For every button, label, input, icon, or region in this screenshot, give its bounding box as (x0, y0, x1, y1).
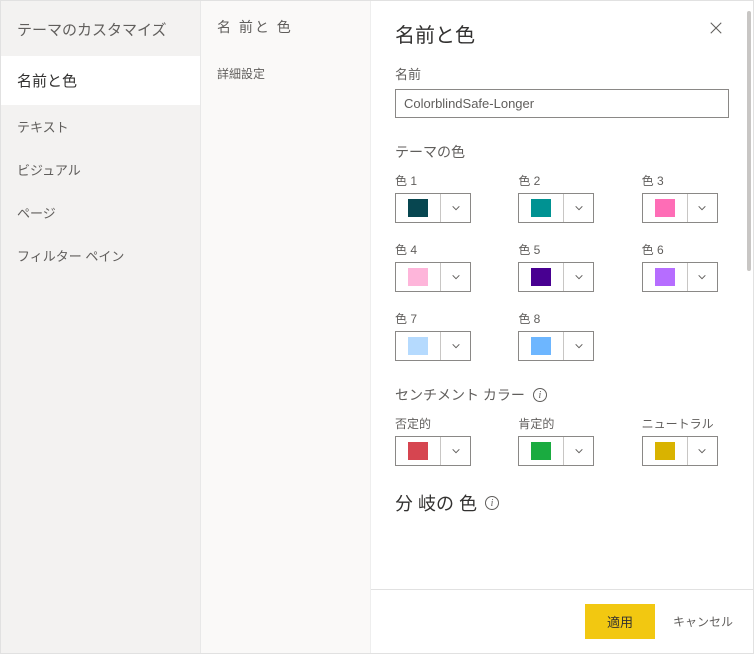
color-swatch (408, 199, 428, 217)
theme-color-1-label: 色 1 (395, 172, 482, 189)
color-swatch (531, 268, 551, 286)
chevron-down-icon (563, 332, 593, 360)
chevron-down-icon (563, 263, 593, 291)
theme-color-7-picker[interactable] (395, 331, 471, 361)
sentiment-color-0-label: 否定的 (395, 415, 482, 432)
color-swatch (531, 337, 551, 355)
theme-color-6-picker[interactable] (642, 262, 718, 292)
theme-color-3-picker[interactable] (642, 193, 718, 223)
theme-color-7-label: 色 7 (395, 310, 482, 327)
theme-color-8-label: 色 8 (518, 310, 605, 327)
sentiment-color-2-label: ニュートラル (642, 415, 729, 432)
theme-color-6-label: 色 6 (642, 241, 729, 258)
panel-title: 名前と色 (395, 19, 475, 48)
sentiment-color-0-picker[interactable] (395, 436, 471, 466)
info-icon[interactable]: i (533, 388, 547, 402)
theme-colors-heading: テーマの色 (395, 142, 729, 162)
theme-color-2-label: 色 2 (518, 172, 605, 189)
scrollbar-thumb[interactable] (747, 11, 751, 271)
sentiment-colors-heading: センチメント カラー i (395, 385, 729, 405)
divergent-colors-heading: 分 岐の 色 i (395, 490, 729, 516)
theme-color-8-picker[interactable] (518, 331, 594, 361)
theme-color-4-picker[interactable] (395, 262, 471, 292)
color-swatch (531, 199, 551, 217)
sidebar-item-1[interactable]: テキスト (1, 105, 200, 148)
theme-color-3-label: 色 3 (642, 172, 729, 189)
color-swatch (531, 442, 551, 460)
chevron-down-icon (440, 332, 470, 360)
theme-color-1-picker[interactable] (395, 193, 471, 223)
chevron-down-icon (687, 194, 717, 222)
chevron-down-icon (687, 263, 717, 291)
cancel-button[interactable]: キャンセル (673, 613, 733, 630)
close-icon[interactable] (703, 19, 729, 42)
chevron-down-icon (563, 437, 593, 465)
theme-color-5-picker[interactable] (518, 262, 594, 292)
theme-color-2-picker[interactable] (518, 193, 594, 223)
sentiment-color-1-picker[interactable] (518, 436, 594, 466)
color-swatch (408, 337, 428, 355)
dialog-footer: 適用 キャンセル (371, 589, 753, 653)
settings-panel: 名前と色 名前 テーマの色 色 1 色 2 色 3 色 4 色 5 色 6 色 7 色 8 セ… (371, 1, 753, 653)
sidebar-primary: テーマのカスタマイズ 名前と色テキストビジュアルページフィルター ペイン (1, 1, 201, 653)
subsection-item-0[interactable]: 名 前と 色 (201, 1, 370, 53)
subsection-item-1[interactable]: 詳細設定 (201, 53, 370, 94)
divergent-colors-label: 分 岐の 色 (395, 490, 477, 516)
color-swatch (655, 268, 675, 286)
sidebar-item-0[interactable]: 名前と色 (1, 56, 200, 105)
sentiment-colors-label: センチメント カラー (395, 385, 525, 405)
chevron-down-icon (687, 437, 717, 465)
sentiment-color-2-picker[interactable] (642, 436, 718, 466)
sentiment-color-1-label: 肯定的 (518, 415, 605, 432)
name-label: 名前 (395, 64, 729, 83)
color-swatch (408, 442, 428, 460)
chevron-down-icon (440, 263, 470, 291)
sidebar-item-3[interactable]: ページ (1, 191, 200, 234)
chevron-down-icon (440, 194, 470, 222)
theme-color-4-label: 色 4 (395, 241, 482, 258)
theme-name-input[interactable] (395, 89, 729, 118)
chevron-down-icon (563, 194, 593, 222)
theme-color-5-label: 色 5 (518, 241, 605, 258)
chevron-down-icon (440, 437, 470, 465)
color-swatch (655, 199, 675, 217)
sidebar-item-2[interactable]: ビジュアル (1, 148, 200, 191)
color-swatch (408, 268, 428, 286)
sidebar-title: テーマのカスタマイズ (1, 1, 200, 56)
apply-button[interactable]: 適用 (585, 604, 655, 639)
info-icon[interactable]: i (485, 496, 499, 510)
color-swatch (655, 442, 675, 460)
sidebar-item-4[interactable]: フィルター ペイン (1, 234, 200, 277)
sidebar-secondary: 名 前と 色詳細設定 (201, 1, 371, 653)
